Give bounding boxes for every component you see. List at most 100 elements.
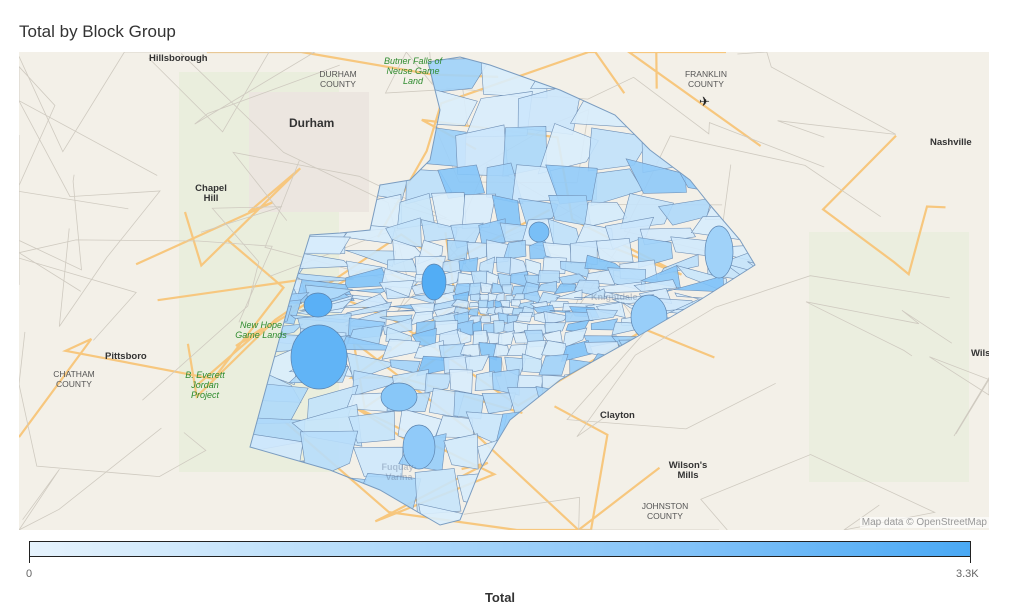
block-group[interactable] <box>743 434 814 483</box>
block-group[interactable] <box>755 95 813 129</box>
block-group[interactable] <box>538 353 569 376</box>
legend-title: Total <box>484 590 516 605</box>
block-group[interactable] <box>704 187 785 220</box>
block-group[interactable] <box>496 256 512 275</box>
block-group-high[interactable] <box>303 292 333 318</box>
block-group[interactable] <box>631 79 698 144</box>
block-group[interactable] <box>742 496 812 530</box>
block-group[interactable] <box>769 131 823 169</box>
block-group[interactable] <box>443 433 479 470</box>
label-durham: Durham <box>289 116 335 130</box>
label-chapel-hill: Chapel Hill <box>195 183 227 204</box>
urban-area <box>249 92 369 212</box>
block-group[interactable] <box>633 373 671 395</box>
block-group[interactable] <box>480 282 493 293</box>
block-group[interactable] <box>342 223 396 244</box>
block-group[interactable] <box>551 435 592 480</box>
block-group[interactable] <box>493 320 506 335</box>
block-group-high[interactable] <box>380 382 418 412</box>
block-group[interactable] <box>736 314 803 343</box>
road <box>737 52 896 138</box>
label-johnston-county: JOHNSTON COUNTY <box>641 501 689 521</box>
block-group[interactable] <box>685 311 748 331</box>
block-group[interactable] <box>595 237 634 263</box>
block-group[interactable] <box>381 338 421 360</box>
map-attribution[interactable]: Map data © OpenStreetMap <box>859 517 989 528</box>
label-new-hope: New Hope Game Lands <box>235 320 287 340</box>
block-group[interactable] <box>668 366 729 402</box>
block-group[interactable] <box>528 409 566 446</box>
block-group[interactable] <box>656 363 713 374</box>
block-group[interactable] <box>501 307 514 315</box>
block-group[interactable] <box>299 430 359 483</box>
block-group[interactable] <box>619 350 665 377</box>
block-group[interactable] <box>577 507 641 530</box>
block-group[interactable] <box>468 282 482 296</box>
block-group[interactable] <box>637 385 688 412</box>
block-group[interactable] <box>740 314 813 323</box>
block-group[interactable] <box>506 343 529 357</box>
legend-tick-max <box>970 556 971 563</box>
block-group[interactable] <box>431 192 467 228</box>
block-group[interactable] <box>694 500 758 530</box>
block-group[interactable] <box>516 374 544 389</box>
block-group[interactable] <box>726 384 791 417</box>
block-group[interactable] <box>729 172 799 205</box>
road <box>19 190 137 341</box>
block-group[interactable] <box>584 341 622 360</box>
block-group[interactable] <box>248 507 309 530</box>
label-pittsboro: Pittsboro <box>105 351 147 362</box>
block-group[interactable] <box>497 330 516 347</box>
block-group[interactable] <box>705 347 766 381</box>
block-group[interactable] <box>677 383 742 416</box>
block-group[interactable] <box>726 52 782 94</box>
map-view[interactable]: Hillsborough DURHAM COUNTY Butner Falls … <box>19 52 989 530</box>
block-group-high[interactable] <box>704 225 734 279</box>
block-group[interactable] <box>739 348 814 364</box>
block-group[interactable] <box>523 498 574 530</box>
block-group[interactable] <box>714 363 785 394</box>
block-group[interactable] <box>680 315 745 337</box>
chart-title: Total by Block Group <box>19 22 176 41</box>
block-group[interactable] <box>509 271 528 287</box>
block-group[interactable] <box>499 469 549 507</box>
block-group[interactable] <box>686 125 761 163</box>
block-group[interactable] <box>684 84 748 141</box>
block-group[interactable] <box>769 189 831 219</box>
block-group-high[interactable] <box>290 324 348 390</box>
block-group[interactable] <box>678 406 752 450</box>
block-group[interactable] <box>516 434 562 477</box>
block-group[interactable] <box>561 370 592 397</box>
block-group-high[interactable] <box>421 263 447 301</box>
block-group[interactable] <box>480 52 548 99</box>
block-group[interactable] <box>692 336 760 364</box>
block-group[interactable] <box>435 415 475 438</box>
block-group[interactable] <box>297 509 367 530</box>
block-group[interactable] <box>741 296 806 312</box>
map-canvas[interactable] <box>19 52 989 530</box>
label-wils: Wils <box>971 348 989 359</box>
block-group[interactable] <box>585 308 619 321</box>
block-group[interactable] <box>537 270 560 284</box>
label-clayton: Clayton <box>600 410 635 421</box>
block-group[interactable] <box>538 465 599 515</box>
road <box>627 52 762 147</box>
block-group[interactable] <box>736 211 820 242</box>
block-group[interactable] <box>699 293 751 311</box>
block-group[interactable] <box>632 420 696 442</box>
block-group[interactable] <box>735 402 804 448</box>
block-group[interactable] <box>541 374 572 398</box>
block-group[interactable] <box>688 332 750 348</box>
legend-tick-min <box>29 556 30 563</box>
block-group[interactable] <box>502 240 527 260</box>
block-group[interactable] <box>389 359 421 374</box>
legend-max-label: 3.3K <box>956 568 979 580</box>
block-group[interactable] <box>449 369 473 394</box>
road <box>19 100 161 327</box>
block-group[interactable] <box>588 373 637 398</box>
block-group[interactable] <box>553 283 577 295</box>
green-area <box>809 232 969 482</box>
block-group[interactable] <box>535 386 570 414</box>
block-group[interactable] <box>732 334 813 354</box>
block-group-high[interactable] <box>528 221 550 243</box>
